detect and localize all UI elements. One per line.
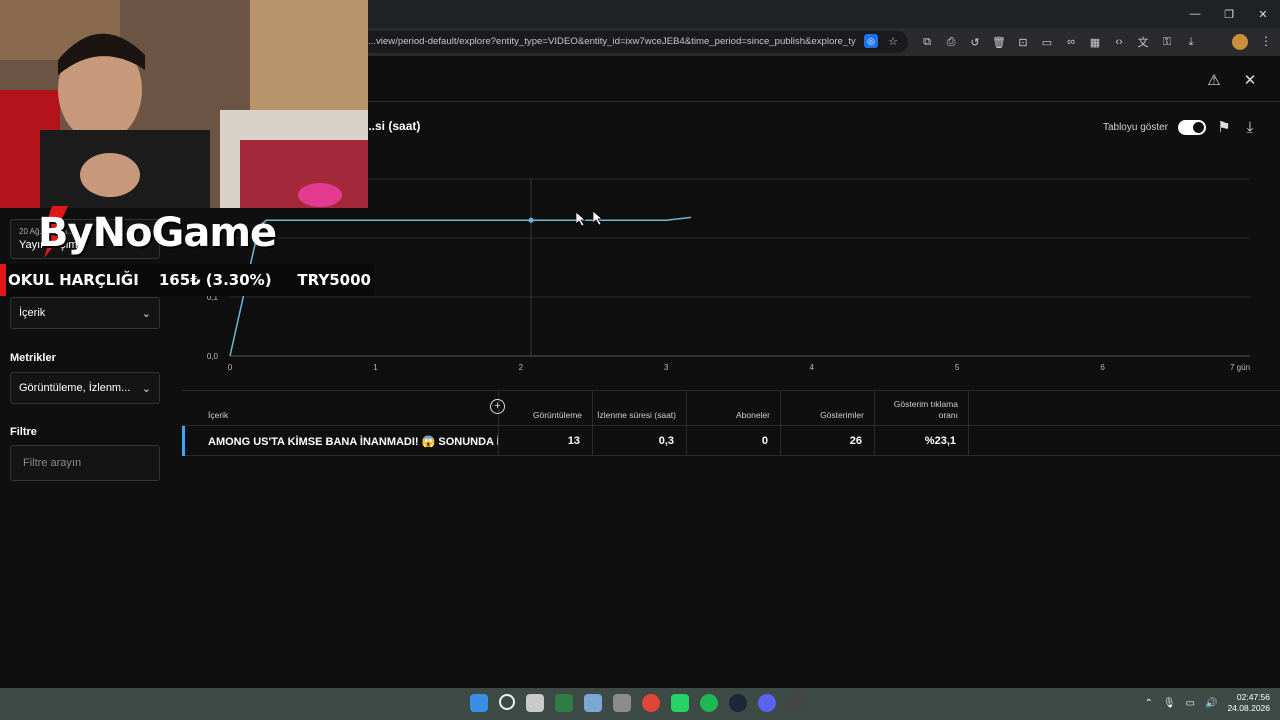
metrics-select[interactable]: Görüntüleme, İzlenm... ⌄ <box>10 372 160 404</box>
table-toggle-label: Tabloyu göster <box>1102 121 1168 133</box>
table-icon[interactable]: ▦ <box>1088 35 1102 49</box>
data-point <box>528 217 534 223</box>
steam-icon[interactable] <box>729 694 747 712</box>
ticker-accent <box>0 264 6 296</box>
translate-icon[interactable]: 文 <box>1136 35 1150 49</box>
content-select[interactable]: İçerik ⌄ <box>10 297 160 329</box>
x-tick-label: 0 <box>228 363 233 372</box>
whatsapp-icon[interactable] <box>671 694 689 712</box>
data-table: İçerik + Görüntüleme İzlenme süresi (saa… <box>182 390 1280 456</box>
obs-icon[interactable] <box>787 694 805 712</box>
chevron-up-icon[interactable]: ⌃ <box>1144 698 1152 709</box>
chevron-down-icon: ⌄ <box>141 307 151 320</box>
clock-time: 02:47:56 <box>1236 692 1270 702</box>
gear-icon[interactable] <box>613 694 631 712</box>
content-select-value: İçerik <box>19 307 46 319</box>
x-tick-label: 1 <box>373 363 378 372</box>
clock[interactable]: 02:47:56 24.08.2026 <box>1227 692 1270 714</box>
restore-button[interactable]: ❐ <box>1212 0 1246 28</box>
minimize-button[interactable]: — <box>1178 0 1212 28</box>
table-row[interactable]: AMONG US'TA KİMSE BANA İNANMADI! 😱 SONUN… <box>182 426 1280 456</box>
mouse-cursor-icon <box>576 212 586 226</box>
ticker-label: OKUL HARÇLIĞI <box>8 271 139 289</box>
address-bar[interactable]: ...view/period-default/explore?entity_ty… <box>360 31 908 53</box>
ctr-cell: %23,1 <box>875 426 969 456</box>
metrics-select-value: Görüntüleme, İzlenm... <box>19 382 131 394</box>
table-header: İçerik + Görüntüleme İzlenme süresi (saa… <box>182 390 1280 427</box>
windows-start-icon[interactable] <box>470 694 488 712</box>
col-header-subscribers[interactable]: Aboneler <box>687 391 781 427</box>
filter-label: Filtre <box>10 426 37 438</box>
clock-date: 24.08.2026 <box>1227 703 1270 713</box>
feedback-icon[interactable]: ⚠ <box>1206 72 1222 89</box>
discord-icon[interactable] <box>758 694 776 712</box>
col-header-content[interactable]: İçerik <box>182 391 499 427</box>
col-header-ctr[interactable]: Gösterim tıklama oranı <box>875 391 969 427</box>
google-lens-icon[interactable]: ◎ <box>864 34 878 48</box>
taskbar: ⌃ 🎙 ▭ 🔊 02:47:56 24.08.2026 <box>0 688 1280 720</box>
store-icon[interactable] <box>555 694 573 712</box>
screenshot-icon[interactable]: ⊡ <box>1016 35 1030 49</box>
x-tick-label: 6 <box>1100 363 1105 372</box>
key-icon[interactable]: ⚿ <box>1160 35 1174 49</box>
monitor-icon[interactable]: ▭ <box>1186 698 1195 709</box>
bynogame-logo: ByNoGame <box>38 210 277 256</box>
x-tick-label: 2 <box>519 363 524 372</box>
filter-input[interactable]: Filtre arayın <box>10 445 160 481</box>
webcam-overlay <box>0 0 368 208</box>
bookmark-star-icon[interactable]: ☆ <box>886 34 900 48</box>
metrics-label: Metrikler <box>10 352 56 364</box>
col-header-views[interactable]: Görüntüleme <box>499 391 593 427</box>
watch-time-cell: 0,3 <box>593 426 687 456</box>
url-text[interactable]: ...view/period-default/explore?entity_ty… <box>368 36 856 47</box>
col-header-watch-time[interactable]: İzlenme süresi (saat) <box>593 391 687 427</box>
webcam-feed-image <box>0 0 368 208</box>
puzzle-icon[interactable]: ⧉ <box>920 35 934 49</box>
mouse-cursor-icon <box>593 211 603 225</box>
impressions-cell: 26 <box>781 426 875 456</box>
window-controls: — ❐ ✕ <box>1178 0 1280 28</box>
bookmark-icon[interactable]: ⚑ <box>1216 119 1232 136</box>
subscribers-cell: 0 <box>687 426 781 456</box>
history-icon[interactable]: ↺ <box>968 35 982 49</box>
close-window-button[interactable]: ✕ <box>1246 0 1280 28</box>
chevron-down-icon: ⌄ <box>141 382 151 395</box>
search-icon[interactable] <box>499 694 515 710</box>
close-icon[interactable]: ✕ <box>1242 72 1258 89</box>
table-toggle[interactable] <box>1178 119 1206 135</box>
task-view-icon[interactable] <box>526 694 544 712</box>
video-title-cell[interactable]: AMONG US'TA KİMSE BANA İNANMADI! 😱 SONUN… <box>182 426 499 456</box>
profile-avatar[interactable] <box>1232 34 1248 50</box>
ticker-amount: 165₺ (3.30%) <box>158 271 272 289</box>
x-tick-label: 3 <box>664 363 669 372</box>
settings-icon[interactable] <box>584 694 602 712</box>
system-tray: ⌃ 🎙 ▭ 🔊 02:47:56 24.08.2026 <box>1144 692 1270 714</box>
trash-icon[interactable]: 🗑 <box>992 35 1006 49</box>
col-header-impressions[interactable]: Gösterimler <box>781 391 875 427</box>
spotify-icon[interactable] <box>700 694 718 712</box>
x-tick-label: 4 <box>809 363 814 372</box>
link-icon[interactable]: ∞ <box>1064 35 1078 49</box>
volume-icon[interactable]: 🔊 <box>1205 698 1217 709</box>
chrome-icon[interactable] <box>642 694 660 712</box>
views-cell: 13 <box>499 426 593 456</box>
browser-menu-icon[interactable]: ⋮ <box>1260 34 1272 48</box>
chart-title: ...si (saat) <box>365 119 421 133</box>
microphone-icon[interactable]: 🎙 <box>1163 698 1176 709</box>
printer-icon[interactable]: ⎙ <box>944 35 958 49</box>
ticker-goal: TRY5000 <box>297 271 371 289</box>
x-tick-label: 5 <box>955 363 960 372</box>
x-tick-label: 7 gün <box>1230 363 1250 372</box>
cast-icon[interactable]: ▭ <box>1040 35 1054 49</box>
extension-icons: ⧉ ⎙ ↺ 🗑 ⊡ ▭ ∞ ▦ ‹› 文 ⚿ ⤓ <box>920 35 1198 50</box>
download-icon[interactable]: ⤓ <box>1184 35 1198 49</box>
code-icon[interactable]: ‹› <box>1112 35 1126 49</box>
y-tick-label: 0,0 <box>207 352 219 361</box>
table-toggle-group: Tabloyu göster ⚑ ⤓ <box>1102 119 1258 137</box>
donation-ticker: OKUL HARÇLIĞI 165₺ (3.30%) TRY5000 <box>0 264 374 296</box>
download-icon[interactable]: ⤓ <box>1242 119 1258 136</box>
